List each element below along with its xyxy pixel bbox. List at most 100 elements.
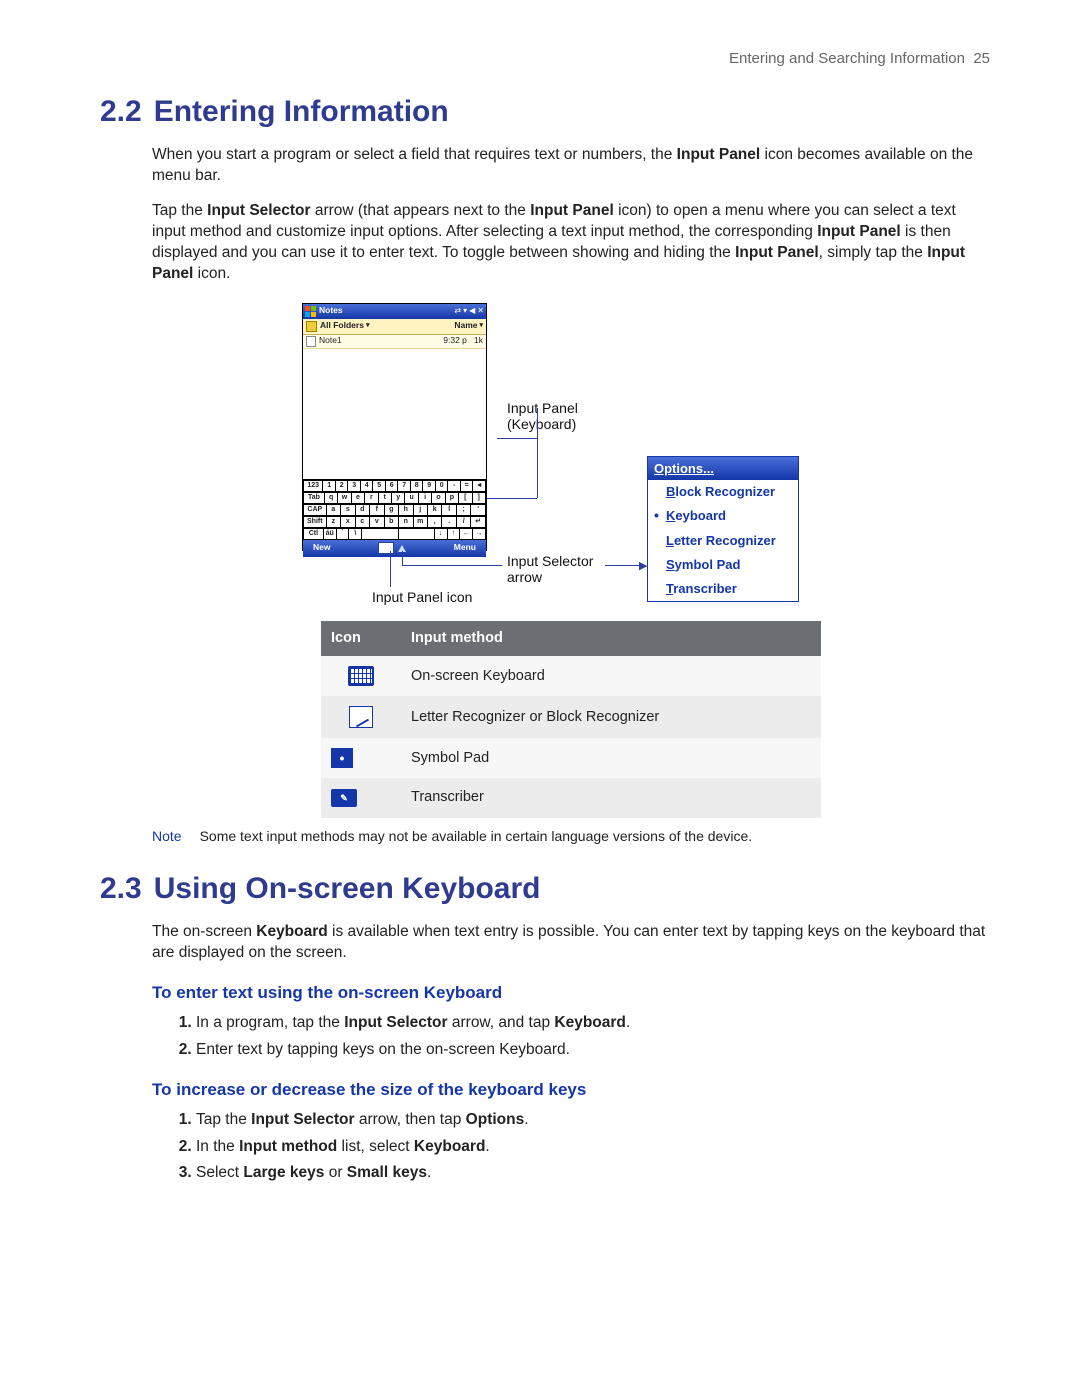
section-2-3-heading: 2.3 Using On-screen Keyboard (100, 872, 990, 906)
note-line: Note Some text input methods may not be a… (152, 828, 990, 844)
key: Tab (303, 492, 325, 504)
key: Shift (303, 516, 327, 528)
label-input-panel-icon: Input Panel icon (372, 589, 472, 606)
key: l (442, 504, 456, 516)
folders-label: All Folders (320, 320, 364, 331)
key: / (457, 516, 471, 528)
key: 8 (411, 480, 424, 492)
steps-resize-keys: Tap the Input Selector arrow, then tap O… (152, 1110, 990, 1185)
key: f (370, 504, 384, 516)
key: t (379, 492, 392, 504)
key: i (419, 492, 432, 504)
popup-item: Transcriber (648, 577, 798, 601)
popup-item: Block Recognizer (648, 480, 798, 504)
table-row: On-screen Keyboard (321, 656, 821, 696)
key: ` (337, 528, 350, 540)
section-number: 2.3 (100, 872, 142, 905)
key: → (473, 528, 486, 540)
volume-icon: ◀ (469, 306, 475, 317)
key: p (446, 492, 459, 504)
key: z (327, 516, 341, 528)
note-label: Note (152, 828, 182, 844)
section-2-3-body: The on-screen Keyboard is available when… (152, 922, 990, 1184)
section-title: Using On-screen Keyboard (154, 872, 541, 905)
key: ] (473, 492, 486, 504)
input-panel-diagram: Notes ⇄ ▾ ◀ ✕ All Folders▾ Name▾ (302, 303, 942, 603)
key: 9 (423, 480, 436, 492)
table-row: Letter Recognizer or Block Recognizer (321, 696, 821, 738)
note-icon (306, 336, 316, 347)
windows-icon (305, 306, 316, 317)
method-cell: Symbol Pad (401, 738, 821, 778)
on-screen-keyboard: 1231234567890-=◄Tabqwertyuiop[]CAPasdfgh… (303, 479, 486, 540)
method-cell: On-screen Keyboard (401, 656, 821, 696)
section-number: 2.2 (100, 95, 142, 128)
key: 2 (336, 480, 349, 492)
phone-titlebar: Notes ⇄ ▾ ◀ ✕ (303, 304, 486, 319)
key: c (356, 516, 370, 528)
key: 3 (348, 480, 361, 492)
key: ; (457, 504, 471, 516)
input-method-table: Icon Input method On-screen KeyboardLett… (321, 621, 821, 819)
menu-new: New (313, 542, 330, 553)
note-size: 1k (474, 335, 483, 346)
key: y (392, 492, 405, 504)
folders-bar: All Folders▾ Name▾ (303, 319, 486, 335)
step: In the Input method list, select Keyboar… (196, 1137, 990, 1158)
page-number: 25 (973, 50, 990, 67)
sync-icon: ⇄ (454, 306, 461, 317)
key: g (385, 504, 399, 516)
note-row: Note1 9:32 p 1k (303, 335, 486, 349)
key: Ctl (303, 528, 324, 540)
key: v (370, 516, 384, 528)
key: - (448, 480, 461, 492)
para-1: When you start a program or select a fie… (152, 145, 990, 187)
key (362, 528, 398, 540)
key: 4 (361, 480, 374, 492)
input-panel-icon (378, 542, 394, 554)
table-row: ✎Transcriber (321, 778, 821, 818)
key: j (414, 504, 428, 516)
popup-item: Letter Recognizer (648, 529, 798, 553)
phone-body (303, 349, 486, 479)
key: n (399, 516, 413, 528)
key: áü (324, 528, 337, 540)
chapter-name: Entering and Searching Information (729, 50, 965, 67)
running-head: Entering and Searching Information 25 (100, 50, 990, 67)
folder-icon (306, 321, 317, 332)
key: ↵ (471, 516, 485, 528)
step: Tap the Input Selector arrow, then tap O… (196, 1110, 990, 1131)
key: o (432, 492, 445, 504)
para-2: Tap the Input Selector arrow (that appea… (152, 201, 990, 285)
key: ' (471, 504, 485, 516)
key: ↑ (448, 528, 461, 540)
key: d (356, 504, 370, 516)
key: = (461, 480, 474, 492)
phone-screenshot: Notes ⇄ ▾ ◀ ✕ All Folders▾ Name▾ (302, 303, 487, 551)
section-title: Entering Information (154, 95, 449, 128)
label-input-panel: Input Panel (Keyboard) (507, 400, 578, 434)
table-row: •Symbol Pad (321, 738, 821, 778)
page: Entering and Searching Information 25 2.… (0, 0, 1080, 1258)
system-icons: ⇄ ▾ ◀ ✕ (454, 306, 484, 317)
key: w (338, 492, 351, 504)
para-intro: The on-screen Keyboard is available when… (152, 922, 990, 964)
step: Select Large keys or Small keys. (196, 1163, 990, 1184)
signal-icon: ▾ (463, 306, 467, 317)
pen-icon (349, 706, 373, 728)
key: ← (460, 528, 473, 540)
key: h (399, 504, 413, 516)
key: k (428, 504, 442, 516)
note-time: 9:32 p (443, 335, 467, 346)
popup-item: Keyboard (648, 504, 798, 528)
keyboard-icon (348, 666, 374, 686)
popup-options: Options... (648, 457, 798, 481)
key: a (327, 504, 341, 516)
key: m (414, 516, 428, 528)
key: ↓ (435, 528, 448, 540)
step: In a program, tap the Input Selector arr… (196, 1013, 990, 1034)
key: 5 (373, 480, 386, 492)
note-text: Some text input methods may not be avail… (200, 828, 753, 844)
key: r (365, 492, 378, 504)
key: . (442, 516, 456, 528)
